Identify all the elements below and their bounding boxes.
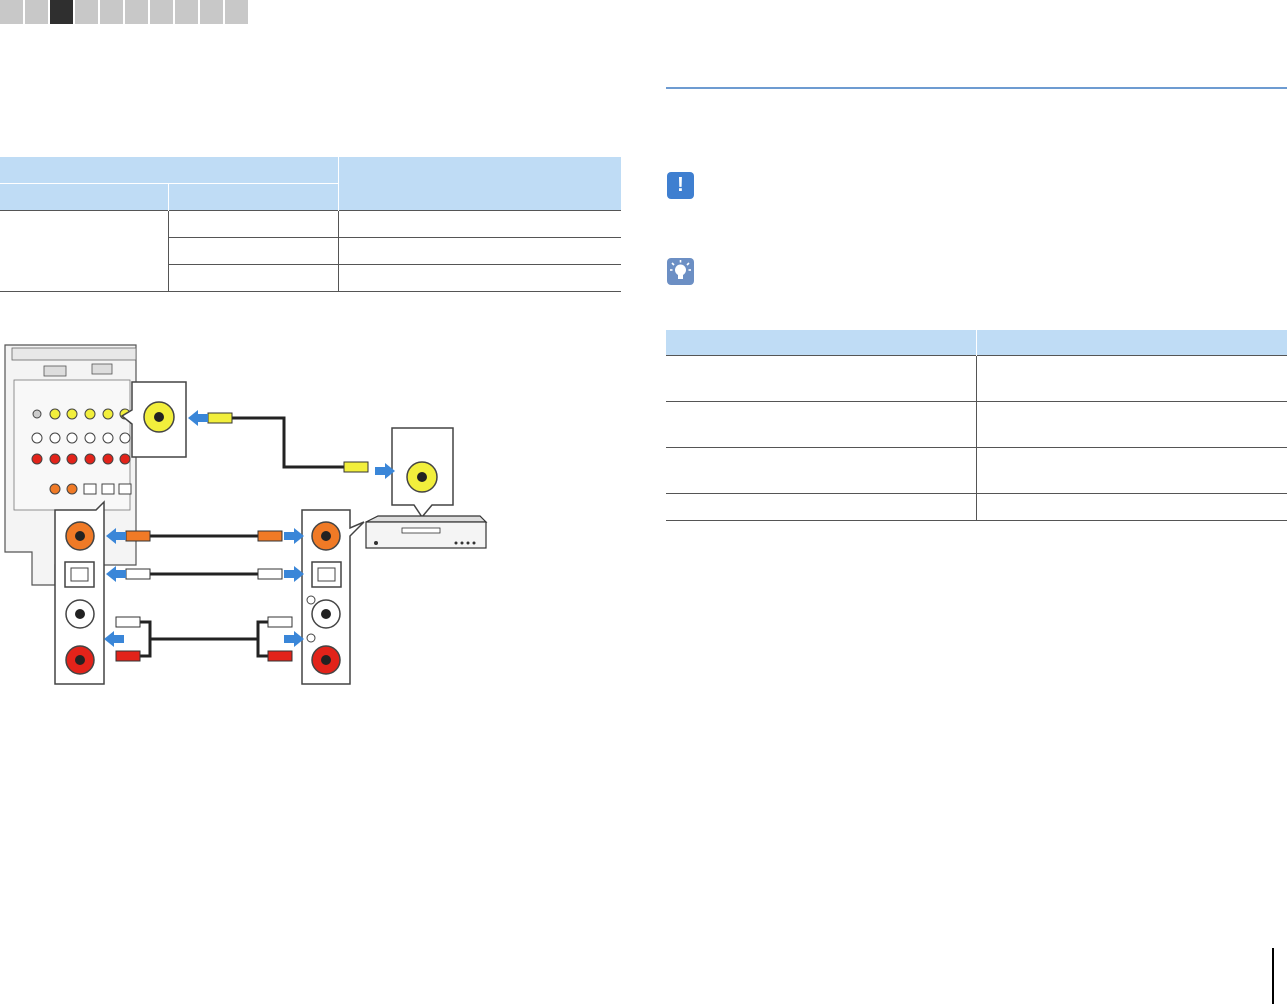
- table-header-cell: [168, 183, 338, 211]
- input-assign-table: [666, 330, 1287, 521]
- table-cell: [975, 447, 1287, 494]
- nav-tab-5[interactable]: [100, 0, 123, 24]
- table-cell: [666, 401, 976, 448]
- connection-diagram: [4, 344, 488, 685]
- nav-tab-3[interactable]: [50, 0, 73, 24]
- hint-icon: [667, 258, 694, 285]
- chapter-nav: [0, 0, 250, 24]
- nav-tab-4[interactable]: [75, 0, 98, 24]
- table-cell: [975, 355, 1287, 402]
- input-jack-table: [0, 157, 621, 292]
- coaxial-cable: [125, 530, 283, 542]
- nav-tab-1[interactable]: [0, 0, 23, 24]
- disc-player: [365, 515, 488, 549]
- table-cell: [337, 237, 621, 265]
- table-cell: [666, 447, 976, 494]
- nav-tab-6[interactable]: [125, 0, 148, 24]
- nav-tab-7[interactable]: [150, 0, 173, 24]
- table-cell: [167, 264, 338, 292]
- table-cell: [666, 493, 976, 521]
- nav-tab-2[interactable]: [25, 0, 48, 24]
- table-header-cell: [975, 330, 1287, 356]
- analog-audio-cable: [115, 616, 293, 662]
- optical-cable: [125, 568, 283, 580]
- table-header-cell: [0, 183, 169, 211]
- table-cell: [975, 493, 1287, 521]
- section-rule: [666, 87, 1287, 89]
- nav-tab-8[interactable]: [175, 0, 198, 24]
- table-cell: [167, 237, 338, 265]
- nav-tab-10[interactable]: [225, 0, 248, 24]
- receiver-video-callout: [120, 381, 187, 458]
- table-cell: [337, 210, 621, 238]
- table-cell: [975, 401, 1287, 448]
- receiver-audio-callout: [54, 500, 105, 685]
- table-cell: [167, 210, 338, 238]
- player-video-callout: [391, 427, 454, 519]
- table-cell: [337, 264, 621, 292]
- table-cell: [666, 355, 976, 402]
- player-audio-callout: [301, 509, 365, 685]
- video-cable: [207, 412, 369, 473]
- nav-tab-9[interactable]: [200, 0, 223, 24]
- caution-icon: !: [667, 172, 694, 199]
- table-header-cell: [337, 157, 621, 211]
- page-number-bar: [1272, 948, 1274, 1004]
- table-cell: [0, 210, 168, 292]
- table-header-cell: [0, 157, 338, 184]
- table-header-cell: [666, 330, 976, 356]
